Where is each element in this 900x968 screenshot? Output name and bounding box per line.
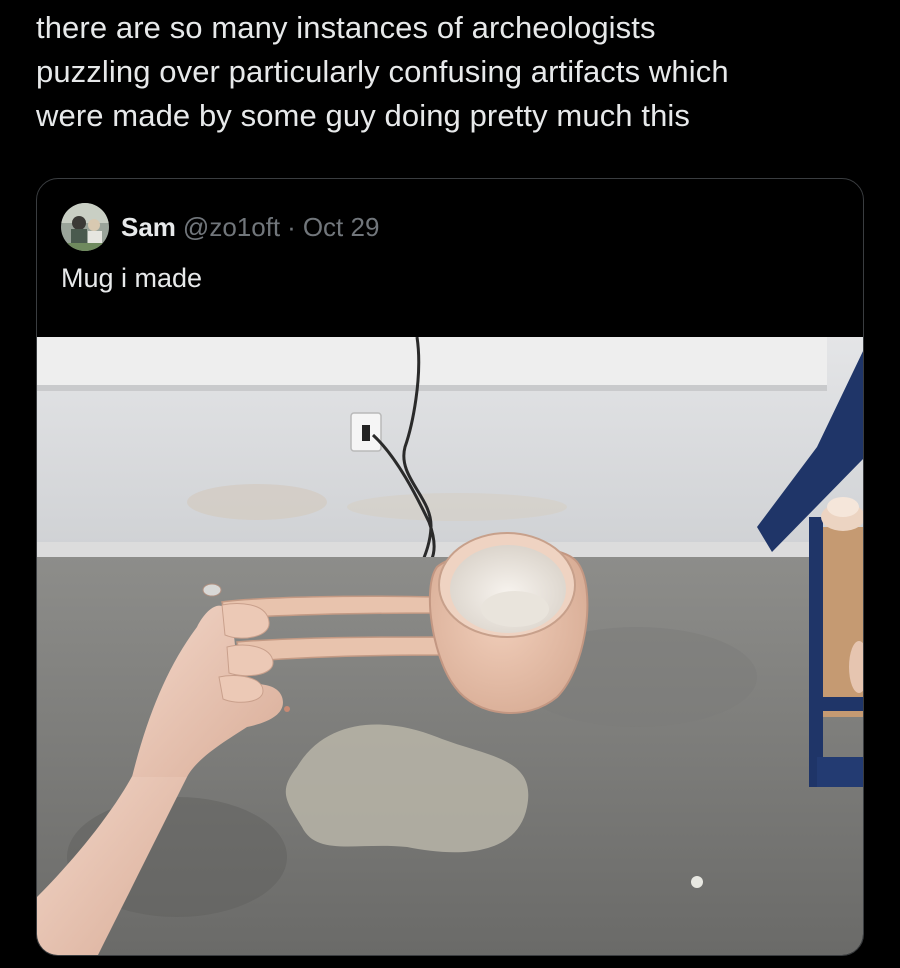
- mug-photo-illustration: [37, 337, 863, 955]
- quoted-post-header: Sam @zo1oft · Oct 29: [61, 203, 380, 251]
- meta-separator: ·: [287, 211, 296, 242]
- avatar[interactable]: [61, 203, 109, 251]
- post-text-line: were made by some guy doing pretty much …: [36, 98, 690, 133]
- avatar-image: [61, 203, 109, 251]
- post-meta: @zo1oft · Oct 29: [183, 212, 380, 243]
- post-photo[interactable]: [37, 337, 863, 955]
- post-text-line: puzzling over particularly confusing art…: [36, 54, 729, 89]
- author-name[interactable]: Sam: [121, 212, 176, 243]
- quoted-post-text: Mug i made: [61, 263, 203, 293]
- post-date[interactable]: Oct 29: [303, 212, 380, 242]
- post-text-line: there are so many instances of archeolog…: [36, 10, 656, 45]
- post-text: there are so many instances of archeolog…: [36, 6, 876, 138]
- quoted-post-card[interactable]: Sam @zo1oft · Oct 29 Mug i made: [36, 178, 864, 956]
- author-handle[interactable]: @zo1oft: [183, 212, 280, 242]
